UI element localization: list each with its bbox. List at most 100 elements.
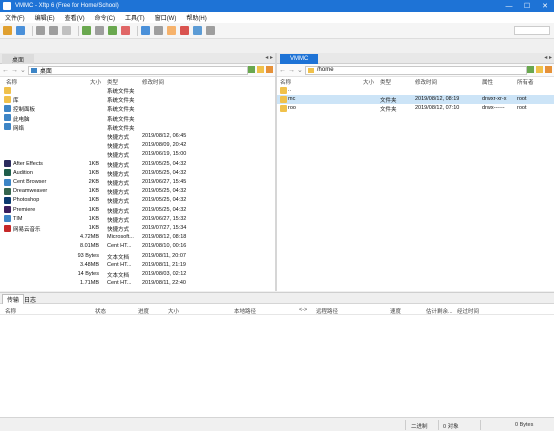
local-file-row[interactable]: 8.01MB Cent HT... 2019/08/10, 00:16 bbox=[0, 242, 275, 251]
menu-command[interactable]: 命令(C) bbox=[90, 13, 120, 22]
local-file-row[interactable]: Audition 1KB 快捷方式 2019/05/25, 04:32 bbox=[0, 169, 275, 178]
forward-icon[interactable]: → bbox=[288, 67, 295, 74]
maximize-button[interactable]: ☐ bbox=[518, 0, 536, 12]
tab-log[interactable]: 日志 bbox=[20, 294, 40, 304]
file-size: 8.01MB bbox=[80, 243, 99, 250]
local-file-row[interactable]: 网易云音乐 1KB 快捷方式 2019/07/27, 15:34 bbox=[0, 224, 275, 233]
col-size[interactable]: 大小 bbox=[90, 78, 101, 86]
menu-window[interactable]: 窗口(W) bbox=[150, 13, 182, 22]
col-elapsed[interactable]: 经过时间 bbox=[457, 307, 479, 315]
col-local-path[interactable]: 本地路径 bbox=[234, 307, 256, 315]
settings-icon[interactable] bbox=[154, 26, 163, 35]
transfer-icon[interactable] bbox=[62, 26, 71, 35]
refresh-icon[interactable] bbox=[527, 66, 534, 73]
col-size[interactable]: 大小 bbox=[363, 78, 374, 86]
local-file-row[interactable]: 快捷方式 2019/08/09, 20:42 bbox=[0, 141, 275, 150]
col-modified[interactable]: 修改时间 bbox=[415, 78, 437, 86]
col-modified[interactable]: 修改时间 bbox=[142, 78, 164, 86]
local-file-row[interactable]: 库 系统文件夹 bbox=[0, 95, 275, 104]
col-type[interactable]: 类型 bbox=[380, 78, 391, 86]
menu-help[interactable]: 帮助(H) bbox=[181, 13, 211, 22]
local-file-row[interactable]: Premiere 1KB 快捷方式 2019/05/25, 04:32 bbox=[0, 206, 275, 215]
local-file-row[interactable]: 网络 系统文件夹 bbox=[0, 123, 275, 132]
remote-file-row[interactable]: mc 文件夹 2019/08/12, 08:19 drwxr-xr-x root bbox=[277, 95, 554, 105]
local-path-input[interactable]: 桌面 bbox=[27, 65, 248, 75]
copy-icon[interactable] bbox=[95, 26, 104, 35]
local-file-row[interactable]: 快捷方式 2019/08/12, 06:45 bbox=[0, 132, 275, 141]
col-remote-path[interactable]: 远程路径 bbox=[316, 307, 338, 315]
remote-pane: VMMC ◂ ▸ ← → ⌄ /home 名称 大小 类型 修改时间 属性 所有… bbox=[277, 53, 554, 291]
local-file-row[interactable]: 1.71MB Cent HT... 2019/08/11, 22:40 bbox=[0, 279, 275, 288]
back-icon[interactable]: ← bbox=[2, 67, 9, 74]
close-button[interactable]: ✕ bbox=[536, 0, 554, 12]
local-file-row[interactable]: Dreamweaver 1KB 快捷方式 2019/05/25, 04:32 bbox=[0, 187, 275, 196]
col-owner[interactable]: 所有者 bbox=[517, 78, 534, 86]
download-icon[interactable] bbox=[108, 26, 117, 35]
stop-icon[interactable] bbox=[180, 26, 189, 35]
help-icon[interactable] bbox=[206, 26, 215, 35]
forward-icon[interactable]: → bbox=[11, 67, 18, 74]
transfer-mode[interactable]: 二进制 bbox=[411, 422, 428, 430]
globe-icon[interactable] bbox=[141, 26, 150, 35]
upload-icon[interactable] bbox=[82, 26, 91, 35]
remote-path-input[interactable]: /home bbox=[304, 65, 527, 75]
new-folder-icon[interactable] bbox=[257, 66, 264, 73]
col-name[interactable]: 名称 bbox=[280, 78, 291, 86]
new-folder-icon[interactable] bbox=[536, 66, 543, 73]
home-icon[interactable] bbox=[266, 66, 273, 73]
tab-vmmc-label: VMMC bbox=[290, 56, 309, 62]
local-file-row[interactable]: 93 Bytes 文本文档 2019/08/11, 20:07 bbox=[0, 252, 275, 261]
menu-tools[interactable]: 工具(T) bbox=[120, 13, 150, 22]
local-file-row[interactable]: 系统文件夹 bbox=[0, 86, 275, 95]
dropdown-icon[interactable]: ⌄ bbox=[20, 66, 26, 74]
col-status[interactable]: 状态 bbox=[95, 307, 106, 315]
col-eta[interactable]: 估计剩余... bbox=[426, 307, 453, 315]
file-type: 快捷方式 bbox=[107, 153, 130, 160]
col-type[interactable]: 类型 bbox=[107, 78, 118, 86]
home-icon[interactable] bbox=[545, 66, 552, 73]
toolbar-search-box[interactable] bbox=[514, 26, 550, 35]
file-modified: 2019/06/27, 15:32 bbox=[142, 215, 187, 222]
delete-icon[interactable] bbox=[121, 26, 130, 35]
local-file-row[interactable]: TIM 1KB 快捷方式 2019/06/27, 15:32 bbox=[0, 215, 275, 224]
lock-icon[interactable] bbox=[167, 26, 176, 35]
col-name[interactable]: 名称 bbox=[6, 78, 17, 86]
tab-scroll-arrows[interactable]: ◂ ▸ bbox=[265, 54, 273, 61]
local-file-row[interactable]: 快捷方式 2019/06/19, 15:00 bbox=[0, 150, 275, 159]
local-file-row[interactable]: After Effects 1KB 快捷方式 2019/05/25, 04:32 bbox=[0, 160, 275, 169]
disconnect-icon[interactable] bbox=[49, 26, 58, 35]
col-progress[interactable]: 进度 bbox=[138, 307, 149, 315]
col-direction[interactable]: <-> bbox=[299, 307, 307, 313]
local-file-row[interactable]: Cent Browser 2KB 快捷方式 2019/06/27, 15:45 bbox=[0, 178, 275, 187]
dropdown-icon[interactable]: ⌄ bbox=[297, 66, 303, 74]
after-effects-icon bbox=[4, 160, 11, 168]
local-file-row[interactable]: 此电脑 系统文件夹 bbox=[0, 114, 275, 123]
minimize-button[interactable]: — bbox=[500, 0, 518, 12]
menu-file[interactable]: 文件(F) bbox=[0, 13, 30, 22]
refresh-icon[interactable] bbox=[248, 66, 255, 73]
col-attributes[interactable]: 属性 bbox=[482, 78, 493, 86]
local-file-row[interactable]: 14 Bytes 文本文档 2019/08/03, 02:12 bbox=[0, 270, 275, 279]
remote-file-row[interactable]: .. bbox=[277, 86, 554, 95]
tab-vmmc[interactable]: VMMC bbox=[280, 54, 319, 64]
local-file-row[interactable]: Photoshop 1KB 快捷方式 2019/05/25, 04:32 bbox=[0, 196, 275, 205]
file-modified: 2019/05/25, 04:32 bbox=[142, 160, 187, 167]
back-icon[interactable]: ← bbox=[279, 67, 286, 74]
tab-scroll-arrows[interactable]: ◂ ▸ bbox=[544, 54, 552, 61]
remote-file-row[interactable]: roo 文件夹 2019/08/12, 07:10 drwx------ root bbox=[277, 104, 554, 113]
tab-desktop[interactable]: 桌面 bbox=[2, 54, 35, 64]
menu-edit[interactable]: 编辑(E) bbox=[30, 13, 60, 22]
file-name: 库 bbox=[13, 98, 19, 105]
local-file-row[interactable]: 控制面板 系统文件夹 bbox=[0, 104, 275, 113]
local-file-row[interactable]: 4.72MB Microsoft... 2019/08/12, 08:18 bbox=[0, 233, 275, 242]
col-speed[interactable]: 速度 bbox=[390, 307, 401, 315]
col-size[interactable]: 大小 bbox=[168, 307, 179, 315]
local-file-row[interactable]: 3.48MB Cent HT... 2019/08/11, 21:19 bbox=[0, 261, 275, 270]
menu-view[interactable]: 查看(V) bbox=[60, 13, 90, 22]
new-session-icon[interactable] bbox=[3, 26, 12, 35]
info-icon[interactable] bbox=[193, 26, 202, 35]
cent-browser-icon bbox=[4, 178, 11, 186]
reconnect-icon[interactable] bbox=[36, 26, 45, 35]
col-name[interactable]: 名称 bbox=[5, 307, 16, 315]
open-session-icon[interactable] bbox=[16, 26, 25, 35]
